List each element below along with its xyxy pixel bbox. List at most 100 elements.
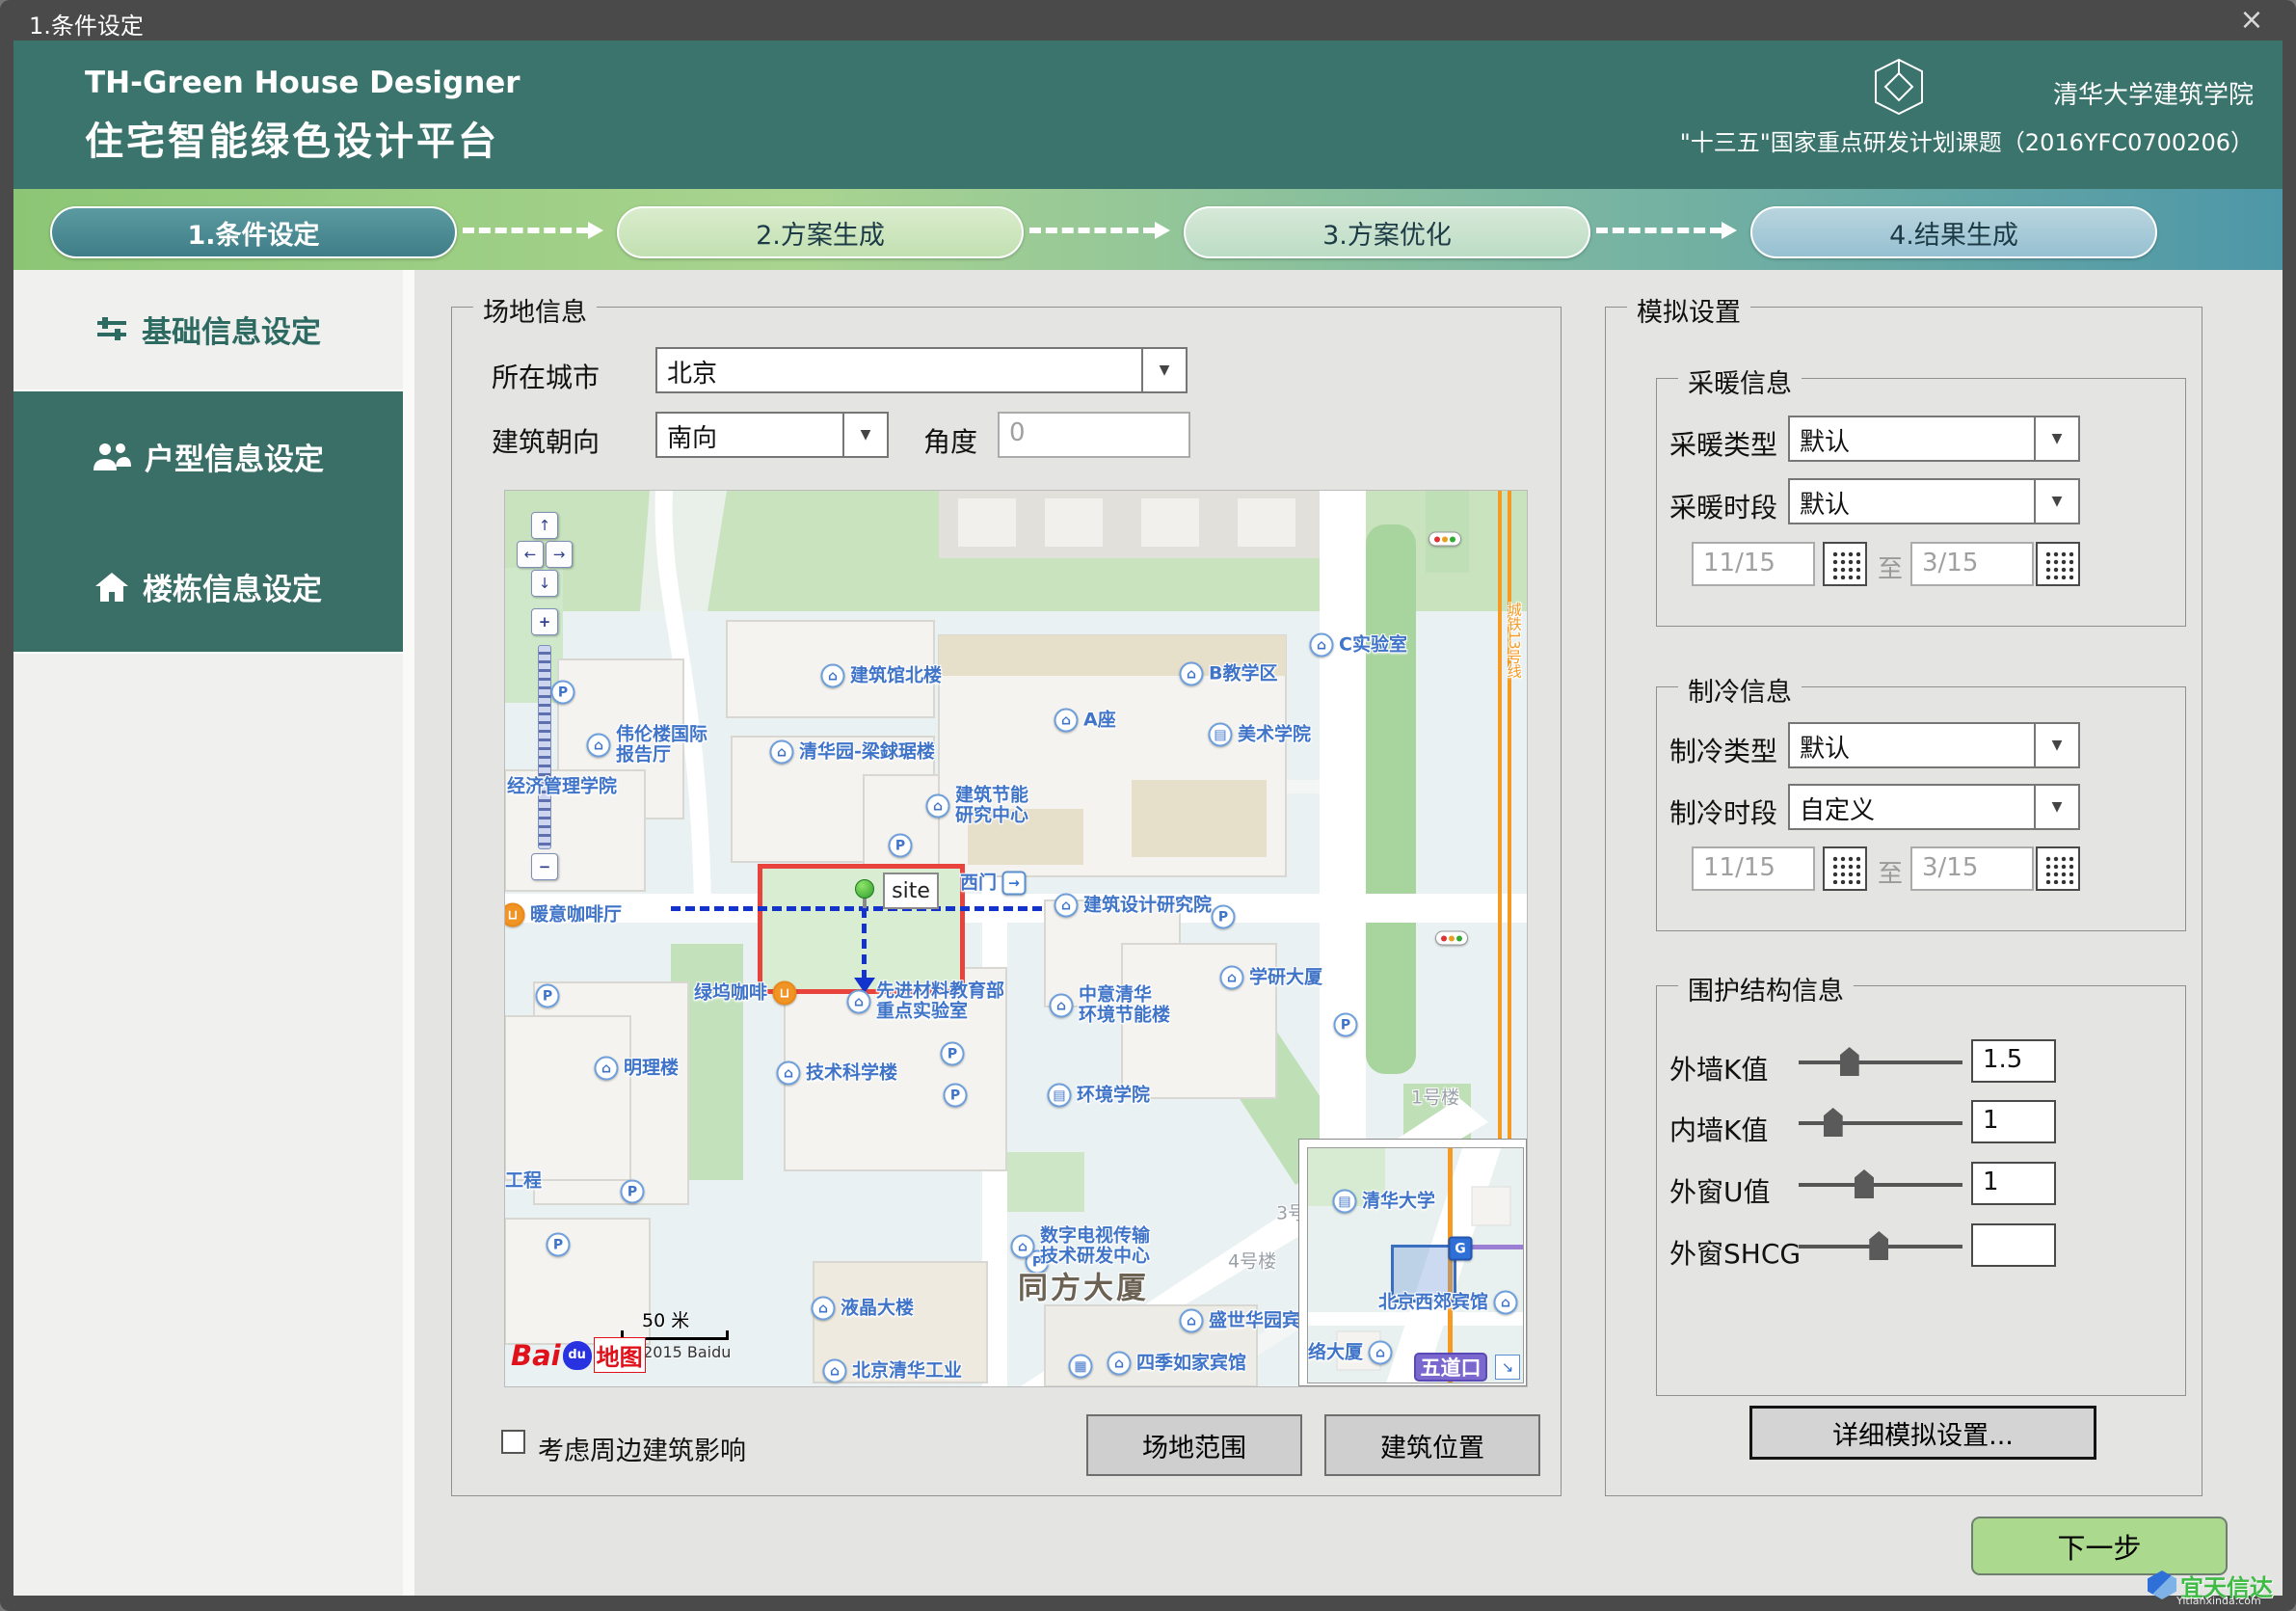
university-logo-icon xyxy=(1874,58,1924,116)
hotel-icon: ⌂ xyxy=(1108,1352,1132,1376)
step-tab-2[interactable]: 2.方案生成 xyxy=(617,206,1024,258)
site-info-title: 场地信息 xyxy=(473,291,597,329)
baidu-paw-icon: du xyxy=(563,1341,592,1370)
int-wall-k-label: 内墙K值 xyxy=(1669,1110,1768,1148)
building-icon: ⌂ xyxy=(821,664,845,688)
building-icon: ⌂ xyxy=(1055,894,1079,918)
sliders-icon xyxy=(95,312,128,345)
chevron-down-icon[interactable]: ▼ xyxy=(2034,417,2078,460)
close-icon[interactable]: × xyxy=(2234,4,2269,37)
building-icon: ⌂ xyxy=(823,1359,847,1383)
sidebar-item-basic-info[interactable]: 基础信息设定 xyxy=(13,270,403,388)
sidebar-item-unit-info[interactable]: 户型信息设定 xyxy=(13,389,403,524)
window-shcg-label: 外窗SHCG xyxy=(1669,1233,1801,1272)
window-u-slider[interactable] xyxy=(1799,1183,1962,1187)
cooling-period-value: 自定义 xyxy=(1790,786,2034,828)
baidu-logo-map-text: 地图 xyxy=(594,1337,646,1373)
orientation-select[interactable]: 南向 ▼ xyxy=(655,412,889,458)
chevron-down-icon[interactable]: ▼ xyxy=(1141,349,1186,391)
int-wall-k-slider[interactable] xyxy=(1799,1121,1962,1125)
heating-type-select[interactable]: 默认 ▼ xyxy=(1788,416,2080,462)
calendar-icon[interactable] xyxy=(1823,542,1867,586)
title-bar: 1.条件设定 × xyxy=(0,0,2296,40)
city-select[interactable]: 北京 ▼ xyxy=(655,347,1188,393)
map-poi-label: 美术学院 xyxy=(1238,724,1311,744)
window-u-value[interactable]: 1 xyxy=(1971,1162,2056,1205)
heating-period-select[interactable]: 默认 ▼ xyxy=(1788,478,2080,524)
building-position-button[interactable]: 建筑位置 xyxy=(1324,1414,1540,1476)
heating-date-to-label: 至 xyxy=(1878,550,1903,585)
traffic-icon xyxy=(1428,532,1461,547)
site-range-button[interactable]: 场地范围 xyxy=(1086,1414,1302,1476)
calendar-icon[interactable] xyxy=(1823,846,1867,891)
ext-wall-k-label: 外墙K值 xyxy=(1669,1049,1768,1087)
calendar-icon[interactable] xyxy=(2036,846,2080,891)
people-icon xyxy=(93,442,131,472)
chevron-down-icon[interactable]: ▼ xyxy=(2034,480,2078,523)
map-poi-label: 北京西郊宾馆 xyxy=(1378,1292,1488,1312)
map-poi-label: 技术科学楼 xyxy=(806,1062,897,1083)
map-poi-label: 四季如家宾馆 xyxy=(1136,1353,1246,1373)
building-icon: ⌂ xyxy=(1310,633,1334,658)
bus-icon: ▦ xyxy=(1069,1355,1093,1379)
heating-date-from-input[interactable]: 11/15 xyxy=(1692,542,1815,586)
map-poi-label: 液晶大楼 xyxy=(841,1298,914,1318)
detailed-simulation-button[interactable]: 详细模拟设置... xyxy=(1749,1406,2096,1460)
consider-surroundings-checkbox[interactable] xyxy=(501,1430,525,1454)
envelope-title: 围护结构信息 xyxy=(1678,970,1854,1007)
chevron-down-icon[interactable]: ▼ xyxy=(2034,786,2078,828)
consider-surroundings-label: 考虑周边建筑影响 xyxy=(538,1430,746,1467)
window-title: 1.条件设定 xyxy=(29,7,144,40)
cooling-date-from-input[interactable]: 11/15 xyxy=(1692,846,1815,891)
school-icon: ▤ xyxy=(1333,1190,1357,1214)
map-poi-label: 先进材料教育部 重点实验室 xyxy=(876,981,1004,1023)
map-poi-label: 数字电视传输 技术研发中心 xyxy=(1040,1226,1150,1268)
next-step-button[interactable]: 下一步 xyxy=(1971,1517,2228,1575)
baidu-map[interactable]: site ↑ ← → ↓ + − ⌂建筑馆北楼⌂清华园-梁銶琚楼⌂伟伦楼国际 报… xyxy=(504,490,1528,1387)
parking-icon: P xyxy=(551,681,575,705)
angle-input[interactable]: 0 xyxy=(998,412,1190,458)
ext-wall-k-value[interactable]: 1.5 xyxy=(1971,1039,2056,1083)
int-wall-k-value[interactable]: 1 xyxy=(1971,1100,2056,1143)
map-poi-label: 清华园-梁銶琚楼 xyxy=(799,741,935,762)
angle-label: 角度 xyxy=(923,421,977,460)
orientation-label: 建筑朝向 xyxy=(492,421,600,460)
building-icon: ⌂ xyxy=(1055,709,1079,733)
heating-date-to-input[interactable]: 3/15 xyxy=(1910,542,2034,586)
building-icon: ⌂ xyxy=(1180,662,1204,686)
minimap[interactable]: ▤清华大学⌂北京西郊宾馆⌂网络大厦G 五道口 ↘ xyxy=(1298,1139,1527,1386)
school-icon: ▤ xyxy=(1048,1084,1072,1108)
map-poi-label: 经济管理学院 xyxy=(507,776,617,796)
simulation-settings-title: 模拟设置 xyxy=(1627,291,1750,329)
ext-wall-k-slider[interactable] xyxy=(1799,1061,1962,1064)
step-tab-1[interactable]: 1.条件设定 xyxy=(50,206,457,258)
map-poi-label: 伟伦楼国际 报告厅 xyxy=(616,725,707,766)
sidebar: 基础信息设定 户型信息设定 楼栋信息设定 xyxy=(13,270,403,1596)
cooling-type-label: 制冷类型 xyxy=(1669,731,1777,769)
heating-period-label: 采暖时段 xyxy=(1669,487,1777,525)
building-icon: ⌂ xyxy=(847,990,871,1014)
orientation-value: 南向 xyxy=(657,414,842,456)
building-icon: ⌂ xyxy=(1369,1341,1393,1365)
parking-icon: P xyxy=(1334,1013,1358,1037)
building-icon: ⌂ xyxy=(587,734,611,758)
chevron-down-icon[interactable]: ▼ xyxy=(842,414,887,456)
parking-icon: P xyxy=(547,1233,571,1257)
map-poi-label: 中意清华 环境节能楼 xyxy=(1079,985,1170,1027)
calendar-icon[interactable] xyxy=(2036,542,2080,586)
cooling-period-select[interactable]: 自定义 ▼ xyxy=(1788,784,2080,830)
step-tab-4[interactable]: 4.结果生成 xyxy=(1750,206,2157,258)
chevron-down-icon[interactable]: ▼ xyxy=(2034,724,2078,766)
heating-period-value: 默认 xyxy=(1790,480,2034,523)
building-icon: ⌂ xyxy=(926,794,950,819)
map-poi-label: 城铁13号线 xyxy=(1506,602,1522,678)
minimap-expand-icon[interactable]: ↘ xyxy=(1495,1355,1520,1380)
window-shcg-slider[interactable] xyxy=(1799,1245,1962,1249)
window-shcg-value[interactable] xyxy=(1971,1223,2056,1267)
cooling-type-select[interactable]: 默认 ▼ xyxy=(1788,722,2080,768)
sidebar-item-building-info[interactable]: 楼栋信息设定 xyxy=(13,522,403,654)
step-tab-3[interactable]: 3.方案优化 xyxy=(1184,206,1590,258)
cooling-date-to-input[interactable]: 3/15 xyxy=(1910,846,2034,891)
sidebar-item-label: 户型信息设定 xyxy=(145,435,324,478)
map-poi-label: 西门 xyxy=(960,873,997,893)
